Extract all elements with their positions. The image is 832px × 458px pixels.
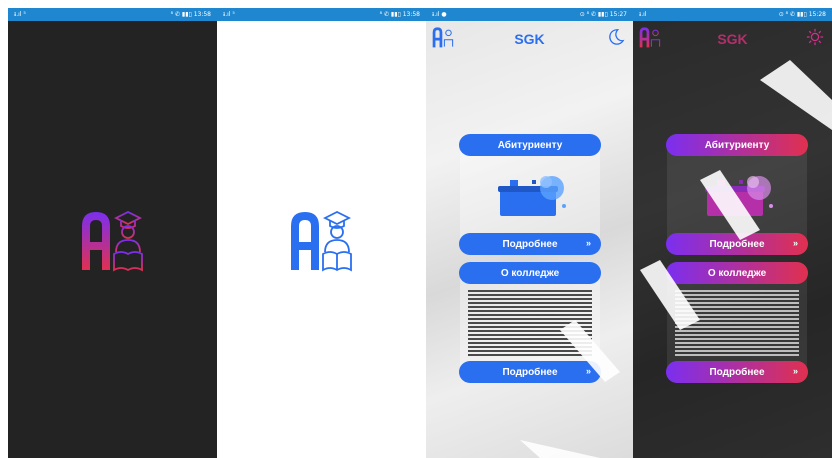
home-screen-light: ᵻ.ıl ● ⊙ ⁸ ✆ ▮▮▯ 15:27 SGK Абитуриенту П… [426, 8, 633, 458]
more-button[interactable]: Подробнее » [459, 361, 601, 383]
section-header-label: О колледже [500, 267, 560, 279]
section-header-label: Абитуриенту [497, 139, 563, 151]
app-bar: SGK [426, 22, 633, 56]
app-logo [82, 210, 143, 272]
applicant-illustration [498, 176, 566, 216]
app-logo [291, 210, 352, 272]
splash-screen-dark: ᵻ.ıl ⁵ ⁸ ✆ ▮▮▯ 13:58 [8, 8, 217, 458]
double-chevron-down-icon: » [585, 238, 591, 248]
home-screen-dark: ᵻ.ıl ⊙ ⁸ ✆ ▮▮▯ 15:28 SGK Абитуриенту Под… [633, 8, 832, 458]
double-chevron-down-icon: » [792, 366, 798, 376]
applicant-illustration [705, 176, 773, 216]
double-chevron-down-icon: » [792, 238, 798, 248]
status-bar: ᵻ.ıl ⁵ ⁸ ✆ ▮▮▯ 13:58 [217, 8, 426, 21]
more-button[interactable]: Подробнее » [666, 361, 808, 383]
more-button[interactable]: Подробнее » [459, 233, 601, 255]
status-bar: ᵻ.ıl ⁵ ⁸ ✆ ▮▮▯ 13:58 [8, 8, 217, 21]
status-right: ⁸ ✆ ▮▮▯ 13:58 [170, 11, 211, 18]
app-title: SGK [514, 31, 545, 47]
status-left: ᵻ.ıl [639, 11, 647, 18]
status-bar: ᵻ.ıl ● ⊙ ⁸ ✆ ▮▮▯ 15:27 [426, 8, 633, 21]
moon-icon[interactable] [607, 28, 625, 46]
more-label: Подробнее [502, 238, 558, 250]
more-label: Подробнее [502, 366, 558, 378]
status-left: ᵻ.ıl ⁵ [14, 11, 26, 18]
status-left: ᵻ.ıl ⁵ [223, 11, 235, 18]
college-text-block [468, 290, 592, 358]
status-right: ⁸ ✆ ▮▮▯ 13:58 [379, 11, 420, 18]
more-label: Подробнее [709, 238, 765, 250]
section-header-label: Абитуриенту [704, 139, 770, 151]
section-header-button[interactable]: Абитуриенту [459, 134, 601, 156]
section-header-button[interactable]: Абитуриенту [666, 134, 808, 156]
app-bar: SGK [633, 22, 832, 56]
more-label: Подробнее [709, 366, 765, 378]
status-left: ᵻ.ıl ● [432, 11, 447, 18]
splash-screen-light: ᵻ.ıl ⁵ ⁸ ✆ ▮▮▯ 13:58 [217, 8, 426, 458]
section-header-button[interactable]: О колледже [459, 262, 601, 284]
status-right: ⊙ ⁸ ✆ ▮▮▯ 15:27 [579, 11, 627, 18]
college-text-block [675, 290, 799, 358]
section-header-label: О колледже [707, 267, 767, 279]
status-bar: ᵻ.ıl ⊙ ⁸ ✆ ▮▮▯ 15:28 [633, 8, 832, 21]
sun-icon[interactable] [806, 28, 824, 46]
double-chevron-down-icon: » [585, 366, 591, 376]
section-header-button[interactable]: О колледже [666, 262, 808, 284]
more-button[interactable]: Подробнее » [666, 233, 808, 255]
app-title: SGK [717, 31, 748, 47]
status-right: ⊙ ⁸ ✆ ▮▮▯ 15:28 [778, 11, 826, 18]
